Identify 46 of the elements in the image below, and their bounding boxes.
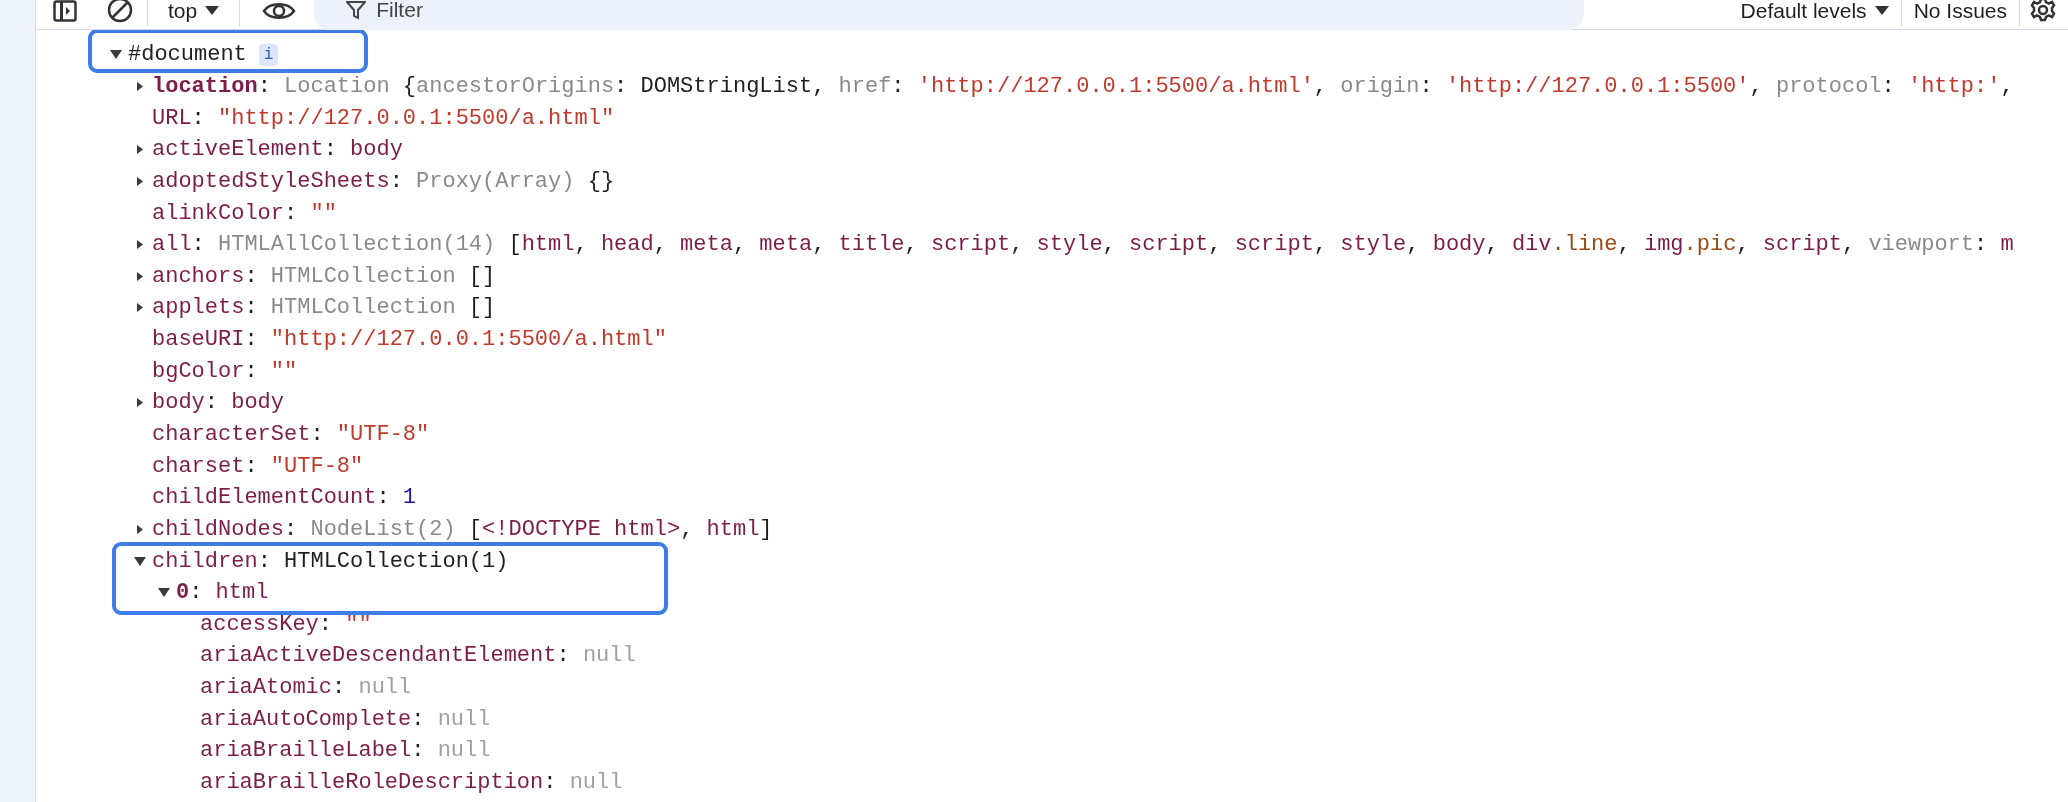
property-line: ariaAutoComplete: null bbox=[200, 706, 491, 732]
property-line[interactable]: 0: html bbox=[176, 580, 269, 606]
issues-button[interactable]: No Issues bbox=[1907, 0, 2013, 23]
property-line: bgColor: "" bbox=[152, 358, 298, 384]
property-line[interactable]: childNodes: NodeList(2) [<!DOCTYPE html>, html] bbox=[152, 516, 773, 542]
caret-down-icon[interactable] bbox=[134, 556, 146, 566]
info-badge[interactable]: i bbox=[258, 43, 279, 66]
caret-right-icon[interactable] bbox=[134, 398, 146, 408]
caret-right-icon[interactable] bbox=[134, 271, 146, 281]
caret-down-icon bbox=[1874, 6, 1889, 15]
caret-right-icon[interactable] bbox=[134, 145, 146, 155]
property-line: ariaBrailleLabel: null bbox=[200, 738, 491, 764]
levels-dropdown[interactable]: Default levels bbox=[1734, 0, 1895, 23]
property-line[interactable]: all: HTMLAllCollection(14) [html, head, meta, meta, title, script, style, script, script, style, body, div.line, img.pic, script, viewport: m bbox=[152, 232, 2014, 258]
property-line: childElementCount: 1 bbox=[152, 485, 417, 511]
property-line: characterSet: "UTF-8" bbox=[152, 422, 430, 447]
caret-down-icon[interactable] bbox=[158, 588, 170, 598]
context-dropdown[interactable]: top bbox=[162, 0, 226, 23]
property-line: charset: "UTF-8" bbox=[152, 453, 364, 479]
property-line: alinkColor: "" bbox=[152, 200, 337, 226]
property-line: baseURI: "http://127.0.0.1:5500/a.html" bbox=[152, 327, 667, 353]
caret-right-icon[interactable] bbox=[134, 240, 146, 250]
caret-right-icon[interactable] bbox=[134, 303, 146, 313]
property-line: ariaActiveDescendantElement: null bbox=[200, 643, 636, 669]
property-line[interactable]: body: body bbox=[152, 390, 285, 416]
property-line: ariaAtomic: null bbox=[200, 675, 412, 701]
property-line[interactable]: location: Location {ancestorOrigins: DOMStringList, href: 'http://127.0.0.1:5500/a.html', origin: 'http://127.0.0.1:5500', protocol: 'http:', bbox=[152, 73, 2014, 99]
eye-icon[interactable] bbox=[262, 0, 297, 22]
property-line: ariaBrailleRoleDescription: null bbox=[200, 770, 623, 796]
property-line[interactable]: activeElement: body bbox=[152, 137, 403, 163]
property-line[interactable]: adoptedStyleSheets: Proxy(Array) {} bbox=[152, 168, 615, 194]
caret-right-icon[interactable] bbox=[134, 524, 146, 534]
caret-right-icon[interactable] bbox=[134, 176, 146, 186]
property-line[interactable]: children: HTMLCollection(1) bbox=[152, 548, 509, 574]
document-node[interactable]: #document bbox=[128, 42, 247, 68]
property-line[interactable]: applets: HTMLCollection [] bbox=[152, 295, 496, 321]
clear-icon[interactable] bbox=[107, 0, 133, 23]
caret-right-icon[interactable] bbox=[134, 81, 146, 91]
property-line: URL: "http://127.0.0.1:5500/a.html" bbox=[152, 105, 615, 131]
caret-down-icon[interactable] bbox=[110, 50, 122, 60]
filter-field[interactable]: Filter bbox=[314, 0, 1585, 30]
sidebar-icon[interactable] bbox=[53, 0, 77, 22]
settings-icon[interactable] bbox=[2030, 0, 2056, 23]
caret-down-icon bbox=[205, 6, 220, 15]
filter-icon bbox=[346, 0, 367, 20]
property-line[interactable]: anchors: HTMLCollection [] bbox=[152, 263, 496, 289]
